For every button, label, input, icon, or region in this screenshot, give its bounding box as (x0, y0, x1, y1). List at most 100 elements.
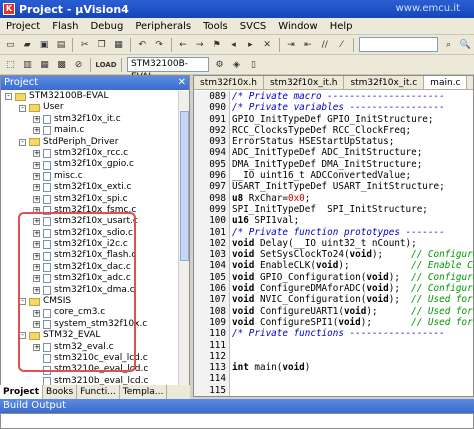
code-line[interactable]: u16 SPI1val; (232, 215, 474, 226)
tree-file[interactable]: + misc.c (1, 171, 179, 182)
uncomment-icon[interactable]: ⁄ (334, 37, 349, 52)
code-line[interactable]: GPIO_InitTypeDef GPIO_InitStructure; (232, 114, 474, 125)
expand-toggle-icon[interactable]: + (33, 195, 40, 203)
manage-components-icon[interactable]: ◈ (229, 57, 244, 72)
nav-back-icon[interactable]: ← (176, 37, 191, 52)
code-line[interactable] (232, 340, 474, 351)
expand-toggle-icon[interactable]: + (33, 115, 40, 123)
rebuild-icon[interactable]: ▦ (37, 57, 52, 72)
code-line[interactable]: void ConfigureSPI1(void); // Used for (232, 317, 474, 328)
tree-file[interactable]: + main.c (1, 125, 179, 136)
code-line[interactable]: int main(void) (232, 362, 474, 373)
build-icon[interactable]: ▥ (20, 57, 35, 72)
code-line[interactable]: void ConfigureUART1(void); // Used for (232, 306, 474, 317)
expand-toggle-icon[interactable]: + (33, 184, 40, 192)
menu-tools[interactable]: Tools (197, 21, 234, 32)
tree-file[interactable]: + stm32f10x_spi.c (1, 194, 179, 205)
stop-build-icon[interactable]: ⊘ (71, 57, 86, 72)
menu-window[interactable]: Window (272, 21, 323, 32)
code-line[interactable]: /* Private functions ----------------- (232, 328, 474, 339)
download-button[interactable]: LOAD (95, 57, 117, 72)
target-select[interactable]: STM32100B-EVAL (127, 57, 209, 82)
menu-project[interactable]: Project (0, 21, 46, 32)
open-folder-icon[interactable]: ▰ (20, 37, 35, 52)
undo-icon[interactable]: ↶ (135, 37, 150, 52)
tree-file[interactable]: + stm32f10x_it.c (1, 114, 179, 125)
panel-tab-1[interactable]: Books (43, 385, 78, 399)
code-line[interactable]: void ConfigureDMAforADC(void); // Config… (232, 283, 474, 294)
tree-scrollbar[interactable] (178, 91, 189, 386)
tree-target[interactable]: - STM32100B-EVAL (1, 91, 179, 102)
batch-build-icon[interactable]: ▩ (54, 57, 69, 72)
bookmark-next-icon[interactable]: ▸ (243, 37, 258, 52)
expand-toggle-icon[interactable]: + (33, 150, 40, 158)
code-line[interactable]: /* Private function prototypes ------- (232, 227, 474, 238)
code-line[interactable] (232, 351, 474, 362)
code-line[interactable]: u8 RxChar=0x0; (232, 193, 474, 204)
books-icon[interactable]: ▯ (246, 57, 261, 72)
scroll-thumb[interactable] (180, 111, 189, 261)
menu-peripherals[interactable]: Peripherals (129, 21, 197, 32)
find-icon[interactable]: ⌕ (441, 37, 456, 52)
code-line[interactable]: void SetSysClockTo24(void); // Configure (232, 249, 474, 260)
new-file-icon[interactable]: ▭ (3, 37, 18, 52)
code-line[interactable]: ErrorStatus HSEStartUpStatus; (232, 136, 474, 147)
code-line[interactable]: void GPIO_Configuration(void); // Config… (232, 272, 474, 283)
panel-tab-3[interactable]: Templa... (120, 385, 168, 399)
copy-icon[interactable]: ❐ (94, 37, 109, 52)
menu-help[interactable]: Help (324, 21, 359, 32)
expand-toggle-icon[interactable]: + (33, 172, 40, 180)
close-panel-icon[interactable]: ✕ (178, 76, 186, 90)
tree-file[interactable]: + stm32f10x_exti.c (1, 182, 179, 193)
tree-file[interactable]: + stm32f10x_gpio.c (1, 159, 179, 170)
code-line[interactable] (232, 385, 474, 396)
indent-icon[interactable]: ⇥ (284, 37, 299, 52)
nav-forward-icon[interactable]: → (192, 37, 207, 52)
code-line[interactable]: DMA_InitTypeDef DMA_InitStructure; (232, 159, 474, 170)
find-combo[interactable] (358, 37, 439, 52)
save-icon[interactable]: ▣ (37, 37, 52, 52)
code-line[interactable]: /* Private macro --------------------- (232, 91, 474, 102)
code-line[interactable]: RCC_ClocksTypeDef RCC_ClockFreq; (232, 125, 474, 136)
tree-folder[interactable]: - User (1, 102, 179, 113)
editor-tab-2[interactable]: stm32f10x_it.c (344, 76, 425, 89)
code-line[interactable]: USART_InitTypeDef USART_InitStructure; (232, 181, 474, 192)
redo-icon[interactable]: ↷ (152, 37, 167, 52)
menu-flash[interactable]: Flash (46, 21, 84, 32)
editor-tab-1[interactable]: stm32f10x_it.h (264, 76, 345, 89)
bookmark-clear-icon[interactable]: ✕ (260, 37, 275, 52)
expand-toggle-icon[interactable]: + (33, 127, 40, 135)
code-line[interactable]: void Delay(__IO uint32_t nCount); (232, 238, 474, 249)
expand-toggle-icon[interactable]: + (33, 161, 40, 169)
editor-tab-3[interactable]: main.c (424, 76, 468, 89)
code-line[interactable]: SPI_InitTypeDef SPI_InitStructure; (232, 204, 474, 215)
expand-toggle-icon[interactable]: - (5, 93, 12, 101)
code-line[interactable] (232, 373, 474, 384)
code-line[interactable]: ADC_InitTypeDef ADC_InitStructure; (232, 147, 474, 158)
expand-toggle-icon[interactable]: - (19, 104, 26, 112)
code-editor[interactable]: stm32f10x.h stm32f10x_it.h stm32f10x_it.c m… (193, 75, 474, 397)
translate-icon[interactable]: ⬚ (3, 57, 18, 72)
panel-tab-0[interactable]: Project (0, 385, 44, 399)
menu-svcs[interactable]: SVCS (234, 21, 273, 32)
code-line[interactable]: void EnableCLK(void); // Enable CL (232, 260, 474, 271)
search-icon[interactable]: 🔍 (458, 37, 473, 52)
comment-icon[interactable]: // (317, 37, 332, 52)
tree-folder[interactable]: - StdPeriph_Driver (1, 137, 179, 148)
code-line[interactable]: __IO uint16_t ADCConvertedValue; (232, 170, 474, 181)
expand-toggle-icon[interactable]: - (19, 138, 26, 146)
code-line[interactable]: /* Private variables ----------------- (232, 102, 474, 113)
bookmark-icon[interactable]: ⚑ (209, 37, 224, 52)
paste-icon[interactable]: ▦ (111, 37, 126, 52)
panel-tab-2[interactable]: Functi... (77, 385, 120, 399)
editor-tab-0[interactable]: stm32f10x.h (194, 76, 264, 89)
cut-icon[interactable]: ✂ (77, 37, 92, 52)
save-all-icon[interactable]: ▤ (54, 37, 69, 52)
target-options-icon[interactable]: ⚙ (212, 57, 227, 72)
code-line[interactable]: void NVIC_Configuration(void); // Used f… (232, 294, 474, 305)
menu-debug[interactable]: Debug (84, 21, 129, 32)
tree-file[interactable]: + stm32f10x_rcc.c (1, 148, 179, 159)
unindent-icon[interactable]: ⇤ (300, 37, 315, 52)
bookmark-prev-icon[interactable]: ◂ (226, 37, 241, 52)
source-code[interactable]: /* Private macro ---------------------/*… (232, 91, 474, 396)
